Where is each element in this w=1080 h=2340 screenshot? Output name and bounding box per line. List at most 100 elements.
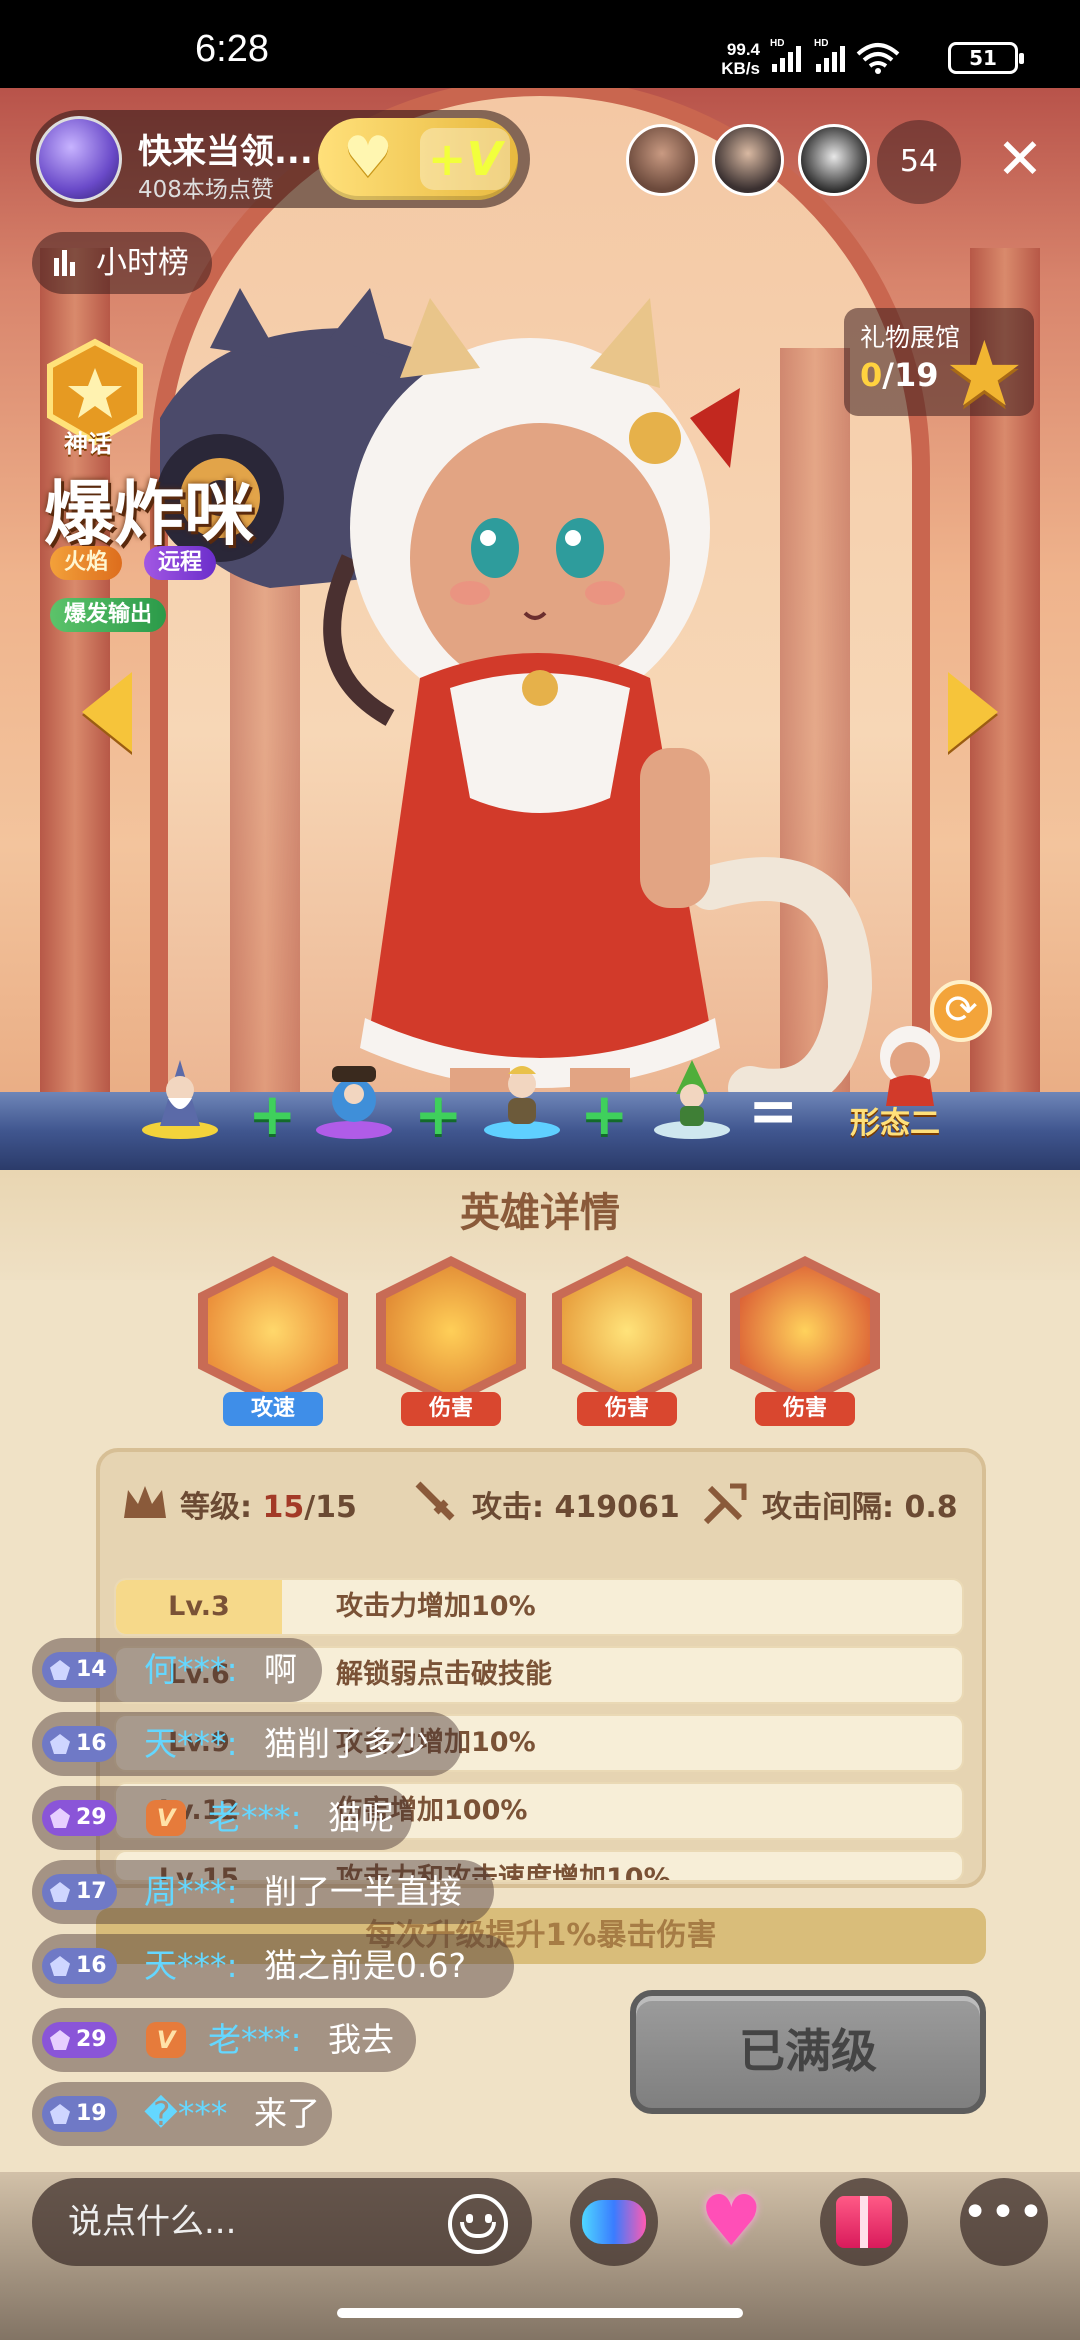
join-fan-club-button[interactable]: +V — [420, 128, 510, 190]
level-bonus-desc: 解锁弱点击破技能 — [336, 1659, 552, 1690]
chat-username: 周***: — [144, 1872, 238, 1911]
vip-badge-icon: V — [146, 2022, 186, 2058]
home-indicator[interactable] — [337, 2308, 743, 2318]
host-likes: 408本场点赞 — [138, 177, 274, 203]
svg-text:HD: HD — [770, 38, 784, 49]
skill-attack-speed[interactable]: 攻速 — [198, 1256, 348, 1426]
vip-badge-icon: V — [146, 1800, 186, 1836]
next-hero-arrow-icon[interactable] — [948, 672, 998, 752]
skill-damage-3[interactable]: 伤害 — [730, 1256, 880, 1426]
equals-icon: = — [748, 1076, 799, 1146]
panel-title: 英雄详情 — [460, 1190, 620, 1236]
level-bonus-level: Lv.3 — [116, 1580, 282, 1634]
combo-hero-pirate[interactable] — [314, 1050, 394, 1140]
max-level-button[interactable]: 已满级 — [630, 1990, 986, 2114]
fan-heart-icon[interactable]: ♥ — [700, 2186, 763, 2256]
star-icon: ★ — [944, 322, 1025, 427]
stat-level-label: 等级: — [180, 1490, 252, 1525]
signal-wifi-icon: HD HD — [770, 38, 900, 74]
viewer-avatar[interactable] — [798, 124, 870, 196]
more-icon[interactable]: ••• — [960, 2178, 1048, 2266]
chat-message[interactable]: 29 V 老***: 猫呢 — [32, 1786, 412, 1850]
chat-username: 老***: — [208, 1798, 302, 1837]
stat-interval-value: 0.8 — [904, 1490, 958, 1525]
sword-icon — [415, 1481, 455, 1521]
gamepad-icon — [582, 2200, 646, 2244]
user-level-badge: 17 — [42, 1874, 117, 1910]
status-bar: 6:28 99.4 KB/s HD HD 51 — [0, 0, 1080, 88]
chat-text: 猫削了多少 — [264, 1724, 429, 1763]
user-level-badge: 14 — [42, 1652, 117, 1688]
stat-attack-label: 攻击: — [472, 1490, 544, 1525]
combo-result-label: 形态二 — [850, 1106, 940, 1141]
user-level-badge: 19 — [42, 2096, 117, 2132]
plus-icon: + — [248, 1080, 297, 1148]
host-name: 快来当领... — [138, 132, 313, 172]
gift-hall-count: 0/19 — [860, 356, 938, 394]
chat-text: 我去 — [328, 2020, 394, 2059]
crown-icon — [124, 1486, 166, 1518]
chat-message[interactable]: 16 天***: 猫削了多少 — [32, 1712, 462, 1776]
chat-message[interactable]: 14 何***: 啊 — [32, 1638, 322, 1702]
chat-username: 天***: — [144, 1724, 238, 1763]
hero-tag-range: 远程 — [144, 546, 217, 580]
chat-message[interactable]: 19 �*** 来了 — [32, 2082, 332, 2146]
heart-icon: ♥ — [342, 125, 394, 190]
user-level-badge: 29 — [42, 1800, 117, 1836]
status-time: 6:28 — [195, 28, 269, 70]
chat-message[interactable]: 29 V 老***: 我去 — [32, 2008, 416, 2072]
combo-hero-ranger[interactable] — [652, 1050, 732, 1140]
skill-label: 伤害 — [401, 1392, 501, 1426]
plus-icon: + — [414, 1080, 463, 1148]
viewer-avatar[interactable] — [626, 124, 698, 196]
skill-damage-2[interactable]: 伤害 — [552, 1256, 702, 1426]
level-bonus-row: Lv.3 攻击力增加10% — [114, 1578, 964, 1636]
chat-text: 来了 — [254, 2094, 320, 2133]
skill-label: 伤害 — [755, 1392, 855, 1426]
battery-icon: 51 — [948, 42, 1024, 74]
chat-username: 何***: — [144, 1650, 238, 1689]
stat-interval-label: 攻击间隔: — [762, 1490, 894, 1525]
chat-username: �*** — [144, 2094, 228, 2133]
combo-hero-archer[interactable] — [482, 1050, 562, 1140]
level-bonus-desc: 攻击力增加10% — [336, 1591, 536, 1622]
combo-hero-wizard[interactable] — [140, 1050, 220, 1140]
user-level-badge: 16 — [42, 1726, 117, 1762]
chat-message[interactable]: 17 周***: 削了一半直接 — [32, 1860, 494, 1924]
network-speed-value: 99.4 — [726, 40, 760, 59]
hero-character-image — [156, 288, 873, 1148]
skill-damage-1[interactable]: 伤害 — [376, 1256, 526, 1426]
close-icon[interactable]: ✕ — [990, 130, 1050, 190]
switch-form-icon[interactable]: ⟳ — [930, 980, 992, 1042]
user-level-badge: 29 — [42, 2022, 117, 2058]
svg-text:HD: HD — [814, 38, 828, 49]
chat-text: 猫呢 — [328, 1798, 394, 1837]
network-speed: 99.4 KB/s — [710, 40, 760, 78]
previous-hero-arrow-icon[interactable] — [82, 672, 132, 752]
stat-attack-value: 419061 — [554, 1490, 680, 1525]
user-level-badge: 16 — [42, 1948, 117, 1984]
stat-level: 等级: 15/15 — [180, 1482, 357, 1526]
chat-text: 啊 — [264, 1650, 297, 1689]
bar-chart-icon — [54, 250, 75, 276]
chat-text: 削了一半直接 — [264, 1872, 462, 1911]
chat-username: 老***: — [208, 2020, 302, 2059]
host-avatar[interactable] — [36, 116, 122, 202]
stat-attack: 攻击: 419061 — [472, 1482, 680, 1526]
attack-interval-icon — [703, 1483, 747, 1525]
skill-label: 攻速 — [223, 1392, 323, 1426]
hourly-rank-label: 小时榜 — [96, 245, 189, 281]
plus-icon: + — [580, 1080, 629, 1148]
gift-hall-total: /19 — [882, 356, 939, 394]
chat-message[interactable]: 16 天***: 猫之前是0.6? — [32, 1934, 514, 1998]
stat-interval: 攻击间隔: 0.8 — [762, 1482, 958, 1526]
stat-level-max: /15 — [304, 1490, 357, 1525]
stat-level-value: 15 — [262, 1490, 305, 1525]
chat-username: 天***: — [144, 1946, 238, 1985]
viewer-count[interactable]: 54 — [877, 120, 961, 204]
network-speed-unit: KB/s — [721, 59, 760, 78]
hero-tag-fire: 火焰 — [50, 546, 123, 580]
gift-hall-collected: 0 — [860, 356, 883, 394]
gift-icon — [836, 2196, 892, 2248]
viewer-avatar[interactable] — [712, 124, 784, 196]
